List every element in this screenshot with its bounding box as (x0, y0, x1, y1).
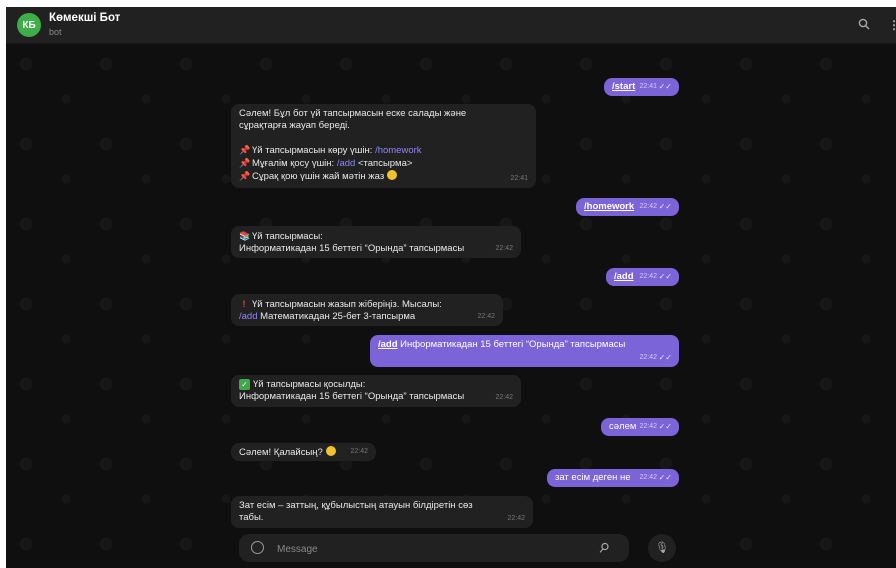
message-text: сәлем (609, 421, 637, 432)
incoming-message[interactable]: ! Үй тапсырмасын жазып жіберіңіз. Мысалы:… (231, 294, 503, 326)
message-line: /add Информатикадан 15 беттегі “Орында” … (378, 339, 671, 351)
message-list[interactable]: /start 22:41 ✓✓ Сәлем! Бұл бот үй тапсырмас… (6, 44, 896, 568)
incoming-message[interactable]: Сәлем! Бұл бот үй тапсырмасын еске салад… (231, 104, 536, 188)
telegram-window: КБ Көмекші Бот bot ⋮ /start 22:41 ✓✓ Сәлем!… (6, 7, 896, 568)
message-time: 22:42 (350, 448, 368, 455)
smile-icon (387, 170, 398, 180)
pin-icon: 📌 (239, 171, 251, 181)
read-receipt-icon: ✓✓ (658, 202, 672, 211)
message-time: 22:41 (510, 175, 528, 182)
message-time: 22:42 (495, 394, 513, 401)
message-text: Математикадан 25-бет 3-тапсырма (257, 311, 416, 322)
message-line: 📌 Үй тапсырмасын көру үшін: /homework (239, 144, 528, 157)
message-line: /add Математикадан 25-бет 3-тапсырма (239, 311, 495, 323)
command-link[interactable]: /homework (375, 145, 421, 156)
outgoing-message[interactable]: /add Информатикадан 15 беттегі “Орында” … (370, 335, 679, 367)
message-text: Үй тапсырмасын көру үшін: (252, 145, 376, 156)
message-input[interactable] (275, 540, 599, 558)
pin-icon: 📌 (239, 145, 251, 155)
read-receipt-icon: ✓✓ (658, 272, 672, 281)
chat-subtitle: bot (49, 27, 62, 37)
message-text: зат есім деген не (555, 472, 631, 483)
incoming-message[interactable]: Сәлем! Қалайсың? 22:42 (231, 443, 376, 461)
message-text: Информатикадан 15 беттегі “Орында” тапсы… (239, 243, 465, 254)
books-icon: 📚 (239, 231, 251, 241)
message-line: Сәлем! Бұл бот үй тапсырмасын еске салад… (239, 108, 528, 120)
chat-title[interactable]: Көмекші Бот (49, 12, 120, 24)
search-icon[interactable] (858, 18, 870, 33)
read-receipt-icon: ✓✓ (658, 353, 672, 362)
message-text: <тапсырма> (355, 158, 413, 169)
outgoing-message[interactable]: зат есім деген не 22:42 ✓✓ (547, 469, 679, 487)
read-receipt-icon: ✓✓ (658, 82, 672, 91)
command-link[interactable]: /start (612, 81, 635, 92)
emoji-icon[interactable] (251, 541, 264, 554)
message-line: 📚 Үй тапсырмасы: (239, 230, 513, 243)
message-text: Информатикадан 15 беттегі “Орында” тапсы… (239, 391, 465, 402)
smile-icon (325, 446, 336, 456)
message-text: табы. (239, 512, 264, 523)
command-link[interactable]: /add (614, 271, 634, 282)
message-time: 22:42 (477, 313, 495, 320)
message-line: Сәлем! Қалайсың? (239, 446, 368, 459)
message-time: 22:42 (639, 354, 657, 361)
incoming-message[interactable]: ✓ Үй тапсырмасы қосылды: Информатикадан 15… (231, 375, 521, 407)
message-line: ! Үй тапсырмасын жазып жіберіңіз. Мысалы: (239, 298, 495, 311)
message-text: Үй тапсырмасы: (252, 231, 323, 242)
message-text: Үй тапсырмасы қосылды: (253, 379, 366, 390)
incoming-message[interactable]: Зат есім – заттың, құбылыстың атауын біл… (231, 496, 533, 528)
message-text: Сәлем! Бұл бот үй тапсырмасын еске салад… (239, 108, 467, 119)
message-line: 📌 Мұғалім қосу үшін: /add <тапсырма> (239, 157, 528, 170)
message-line (239, 132, 528, 144)
message-line: ✓ Үй тапсырмасы қосылды: (239, 379, 513, 391)
message-text: сұрақтарға жауап береді. (239, 120, 350, 131)
message-time: 22:42 (639, 203, 657, 210)
message-line: сұрақтарға жауап береді. (239, 120, 528, 132)
message-line: табы. (239, 512, 525, 524)
message-text: Зат есім – заттың, құбылыстың атауын біл… (239, 500, 473, 511)
message-text: Сұрақ қою үшін жай мәтін жаз (252, 171, 385, 182)
message-composer: ⚲ (239, 534, 629, 562)
outgoing-message[interactable]: /homework 22:42 ✓✓ (576, 198, 679, 216)
message-time: 22:41 (639, 83, 657, 90)
message-line: Зат есім – заттың, құбылыстың атауын біл… (239, 500, 525, 512)
check-icon: ✓ (239, 379, 250, 390)
command-link[interactable]: /add (378, 339, 398, 350)
message-line: Информатикадан 15 беттегі “Орында” тапсы… (239, 391, 513, 403)
read-receipt-icon: ✓✓ (658, 422, 672, 431)
command-link[interactable]: /add (337, 158, 356, 169)
message-time: 22:42 (639, 474, 657, 481)
message-text: Үй тапсырмасын жазып жіберіңіз. Мысалы: (252, 299, 442, 310)
message-line: Информатикадан 15 беттегі “Орында” тапсы… (239, 243, 513, 255)
message-time: 22:42 (507, 515, 525, 522)
outgoing-message[interactable]: /start 22:41 ✓✓ (604, 78, 679, 96)
command-link[interactable]: /homework (584, 201, 634, 212)
command-link[interactable]: /add (239, 311, 258, 322)
message-text: Информатикадан 15 беттегі “Орында” тапсы… (397, 339, 626, 350)
incoming-message[interactable]: 📚 Үй тапсырмасы: Информатикадан 15 беттегі… (231, 226, 521, 258)
outgoing-message[interactable]: /add 22:42 ✓✓ (606, 268, 679, 286)
exclamation-icon: ! (242, 299, 246, 309)
message-time: 22:42 (639, 423, 657, 430)
message-time: 22:42 (495, 245, 513, 252)
message-line: 📌 Сұрақ қою үшін жай мәтін жаз (239, 170, 528, 183)
outgoing-message[interactable]: сәлем 22:42 ✓✓ (601, 418, 679, 436)
read-receipt-icon: ✓✓ (658, 473, 672, 482)
mic-icon[interactable]: 🎙 (648, 534, 676, 562)
message-text: Сәлем! Қалайсың? (239, 447, 323, 458)
avatar[interactable]: КБ (17, 13, 41, 37)
message-time: 22:42 (639, 273, 657, 280)
message-text: Мұғалім қосу үшін: (252, 158, 337, 169)
more-vert-icon[interactable]: ⋮ (888, 18, 896, 32)
chat-header: КБ Көмекші Бот bot ⋮ (6, 7, 896, 44)
pin-icon: 📌 (239, 158, 251, 168)
